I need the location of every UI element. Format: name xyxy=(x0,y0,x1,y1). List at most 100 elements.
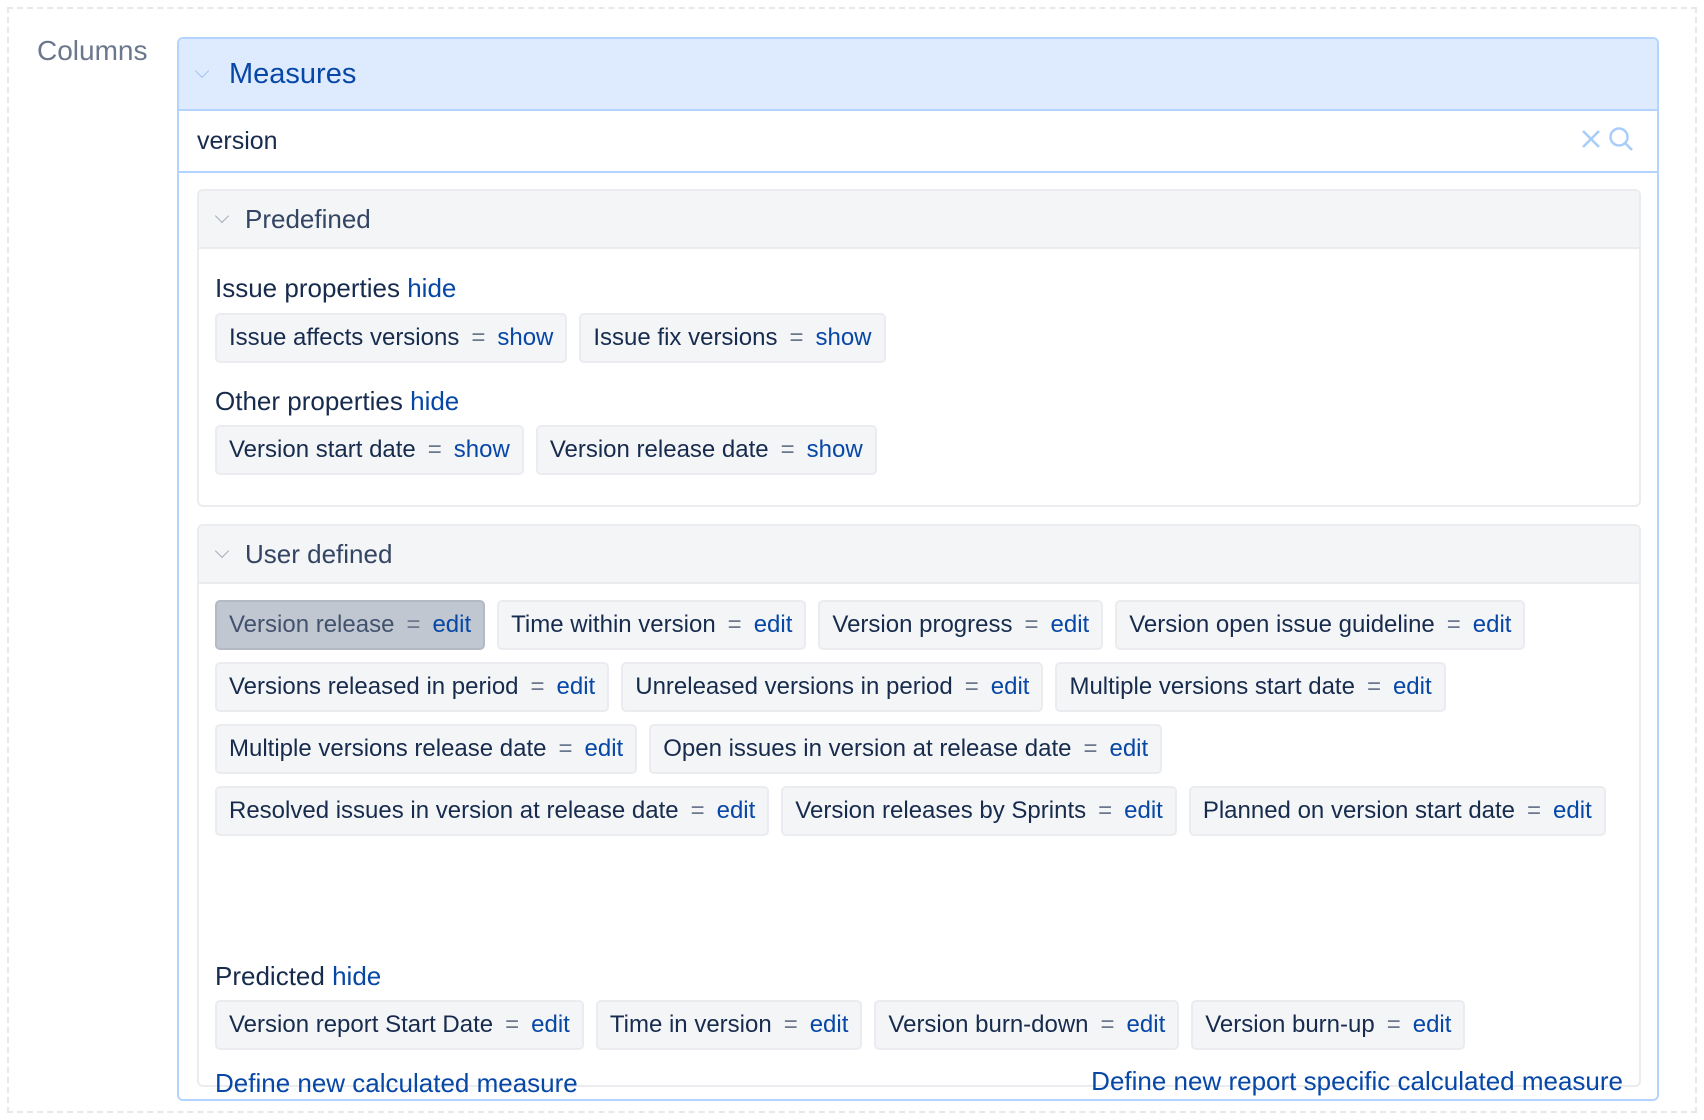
measure-label: Version report Start Date xyxy=(229,1011,494,1038)
measure-chip[interactable]: Version release date = show xyxy=(535,425,877,475)
columns-label: Columns xyxy=(37,35,148,66)
edit-link[interactable]: edit xyxy=(1051,611,1090,639)
edit-link[interactable]: edit xyxy=(717,797,756,825)
measure-chip[interactable]: Multiple versions start date = edit xyxy=(1055,662,1446,712)
predicted-list: Version report Start Date = edit Time in ve… xyxy=(215,1000,1623,1050)
equals-sign: = xyxy=(1100,1011,1115,1038)
measure-label: Planned on version start date xyxy=(1202,797,1516,824)
measure-label: Open issues in version at release date xyxy=(663,735,1072,762)
measure-chip[interactable]: Issue affects versions = show xyxy=(215,313,568,363)
measure-chip[interactable]: Open issues in version at release date = e… xyxy=(649,724,1163,774)
search-icon[interactable] xyxy=(1607,125,1635,153)
measure-chip[interactable]: Time in version = edit xyxy=(595,1000,863,1050)
group-title-other-properties: Other properties hide xyxy=(215,386,460,416)
measure-chip[interactable]: Unreleased versions in period = edit xyxy=(621,662,1044,712)
show-link[interactable]: show xyxy=(497,324,553,352)
chevron-down-icon[interactable] xyxy=(194,63,210,79)
equals-sign: = xyxy=(505,1011,520,1038)
issue-properties-list: Issue affects versions = show Issue fix ver… xyxy=(215,313,1623,363)
measure-label: Version start date xyxy=(229,436,416,463)
search-input[interactable] xyxy=(195,125,1499,157)
measure-chip[interactable]: Version progress = edit xyxy=(818,600,1104,650)
measure-label: Multiple versions release date xyxy=(229,735,547,762)
hide-link[interactable]: hide xyxy=(332,961,381,991)
edit-link[interactable]: edit xyxy=(754,611,793,639)
measure-label: Issue affects versions xyxy=(229,324,460,351)
define-report-specific-measure-link[interactable]: Define new report specific calculated me… xyxy=(1091,1066,1623,1097)
equals-sign: = xyxy=(530,673,545,700)
equals-sign: = xyxy=(427,436,442,463)
close-icon[interactable] xyxy=(1577,125,1605,153)
edit-link[interactable]: edit xyxy=(1109,735,1148,763)
edit-link[interactable]: edit xyxy=(810,1011,849,1039)
measure-label: Versions released in period xyxy=(229,673,519,700)
edit-link[interactable]: edit xyxy=(557,673,596,701)
edit-link[interactable]: edit xyxy=(1473,611,1512,639)
measure-chip[interactable]: Multiple versions release date = edit xyxy=(215,724,638,774)
show-link[interactable]: show xyxy=(815,324,871,352)
user-defined-header[interactable]: User defined xyxy=(199,526,1639,584)
hide-link[interactable]: hide xyxy=(410,386,459,416)
edit-link[interactable]: edit xyxy=(1124,797,1163,825)
measure-label: Version progress xyxy=(832,611,1013,638)
user-defined-title: User defined xyxy=(245,538,393,569)
measure-chip[interactable]: Planned on version start date = edit xyxy=(1188,786,1606,836)
group-title-predicted: Predicted hide xyxy=(215,961,382,991)
measure-chip[interactable]: Version report Start Date = edit xyxy=(215,1000,584,1050)
measure-chip[interactable]: Issue fix versions = show xyxy=(579,313,886,363)
measure-chip[interactable]: Version releases by Sprints = edit xyxy=(781,786,1177,836)
equals-sign: = xyxy=(406,611,421,638)
equals-sign: = xyxy=(1386,1011,1401,1038)
search-bar xyxy=(179,111,1657,173)
edit-link[interactable]: edit xyxy=(1127,1011,1166,1039)
show-link[interactable]: show xyxy=(807,436,863,464)
columns-panel: Columns Measures Predefined Issue proper… xyxy=(7,7,1697,1113)
equals-sign: = xyxy=(727,611,742,638)
edit-link[interactable]: edit xyxy=(1413,1011,1452,1039)
equals-sign: = xyxy=(471,324,486,351)
measure-label: Version releases by Sprints xyxy=(795,797,1087,824)
measure-label: Version release xyxy=(229,611,395,638)
measures-panel: Measures Predefined Issue properties hid… xyxy=(177,37,1659,1101)
chevron-down-icon[interactable] xyxy=(214,208,230,224)
measure-chip[interactable]: Versions released in period = edit xyxy=(215,662,610,712)
edit-link[interactable]: edit xyxy=(991,673,1030,701)
measure-label: Version burn-up xyxy=(1205,1011,1375,1038)
equals-sign: = xyxy=(780,436,795,463)
predefined-title: Predefined xyxy=(245,203,371,234)
measure-chip[interactable]: Resolved issues in version at release da… xyxy=(215,786,770,836)
group-title-issue-properties: Issue properties hide xyxy=(215,273,457,303)
edit-link[interactable]: edit xyxy=(1393,673,1432,701)
measure-chip[interactable]: Time within version = edit xyxy=(497,600,807,650)
measure-chip[interactable]: Version burn-down = edit xyxy=(874,1000,1180,1050)
measure-label: Issue fix versions xyxy=(593,324,778,351)
equals-sign: = xyxy=(1366,673,1381,700)
measure-chip[interactable]: Version burn-up = edit xyxy=(1191,1000,1466,1050)
measure-label: Version burn-down xyxy=(888,1011,1089,1038)
edit-link[interactable]: edit xyxy=(585,735,624,763)
show-link[interactable]: show xyxy=(454,436,510,464)
equals-sign: = xyxy=(789,324,804,351)
measure-chip[interactable]: Version start date = show xyxy=(215,425,524,475)
measure-label: Time in version xyxy=(609,1011,772,1038)
predefined-header[interactable]: Predefined xyxy=(199,191,1639,249)
equals-sign: = xyxy=(1527,797,1542,824)
measure-label: Resolved issues in version at release da… xyxy=(229,797,679,824)
measure-chip[interactable]: Version open issue guideline = edit xyxy=(1115,600,1526,650)
equals-sign: = xyxy=(1446,611,1461,638)
other-properties-list: Version start date = show Version release d… xyxy=(215,425,1623,475)
measure-label: Version release date xyxy=(549,436,769,463)
chevron-down-icon[interactable] xyxy=(214,543,230,559)
equals-sign: = xyxy=(1083,735,1098,762)
equals-sign: = xyxy=(1024,611,1039,638)
hide-link[interactable]: hide xyxy=(407,273,456,303)
define-new-calculated-measure-link[interactable]: Define new calculated measure xyxy=(215,1068,578,1099)
measure-label: Version open issue guideline xyxy=(1129,611,1435,638)
edit-link[interactable]: edit xyxy=(1553,797,1592,825)
edit-link[interactable]: edit xyxy=(531,1011,570,1039)
measures-header[interactable]: Measures xyxy=(179,39,1657,111)
measure-chip[interactable]: Version release = edit xyxy=(215,600,486,650)
equals-sign: = xyxy=(558,735,573,762)
edit-link[interactable]: edit xyxy=(432,611,471,639)
measure-label: Unreleased versions in period xyxy=(635,673,953,700)
